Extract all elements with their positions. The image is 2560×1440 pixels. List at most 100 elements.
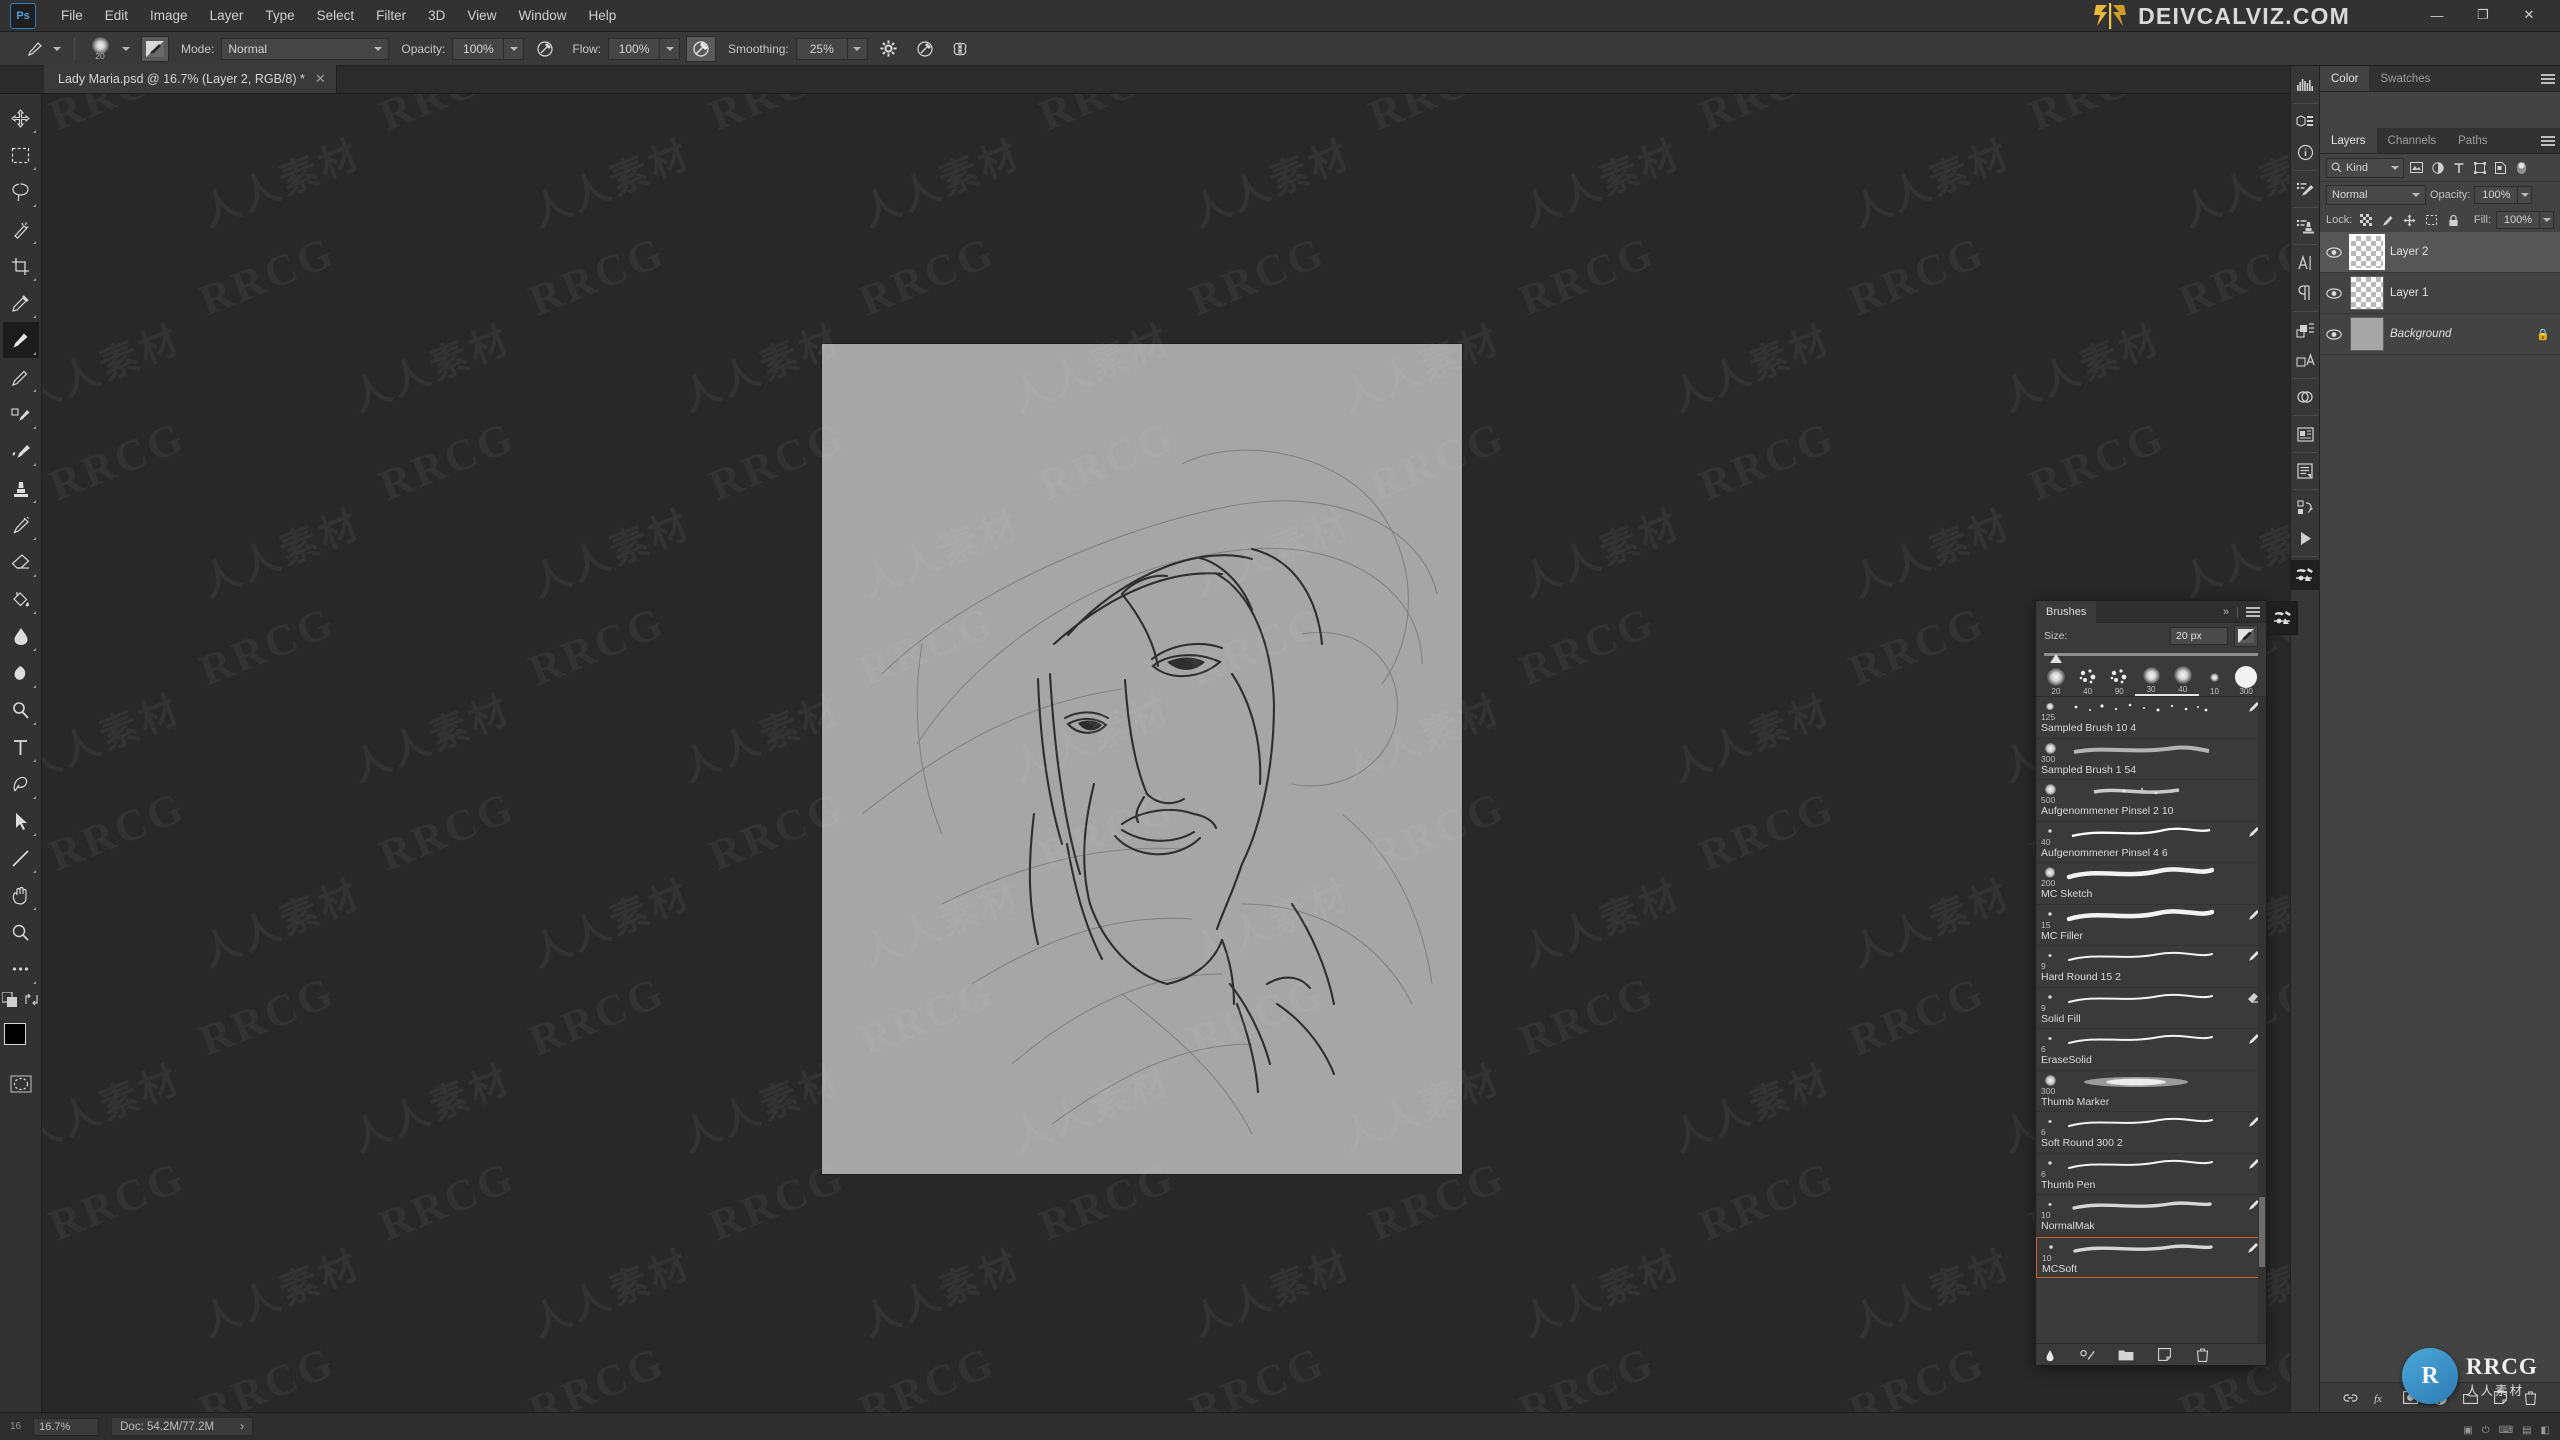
filter-power-toggle-icon[interactable] bbox=[2513, 158, 2530, 178]
brushes-dock-icon[interactable] bbox=[2268, 601, 2298, 635]
close-icon[interactable]: ✕ bbox=[315, 71, 326, 87]
layer-list[interactable]: Layer 2 Layer 1 Background 🔒 bbox=[2320, 232, 2560, 1382]
libraries-icon[interactable] bbox=[2291, 382, 2319, 412]
layer-row[interactable]: Layer 2 bbox=[2320, 232, 2560, 273]
menu-3d[interactable]: 3D bbox=[417, 3, 456, 28]
layer-opacity-input[interactable]: 100% bbox=[2474, 186, 2519, 204]
tray-icon-5[interactable]: ◧ bbox=[2541, 1425, 2550, 1436]
blend-mode-select[interactable]: Normal bbox=[221, 37, 390, 60]
notes-icon[interactable] bbox=[2291, 419, 2319, 449]
lasso-tool[interactable] bbox=[3, 174, 39, 210]
default-colors-icon[interactable] bbox=[0, 991, 18, 1013]
menu-edit[interactable]: Edit bbox=[94, 3, 139, 28]
brush-preset-item[interactable]: 300 Sampled Brush 1 54 bbox=[2036, 739, 2266, 780]
layer-thumbnail[interactable] bbox=[2350, 276, 2384, 310]
color-panel-menu-button[interactable] bbox=[2541, 66, 2555, 92]
layer-thumbnail[interactable] bbox=[2350, 317, 2384, 351]
tab-swatches[interactable]: Swatches bbox=[2369, 66, 2442, 91]
tab-paths[interactable]: Paths bbox=[2447, 128, 2499, 153]
history-brush-tool[interactable] bbox=[3, 507, 39, 543]
menu-window[interactable]: Window bbox=[507, 3, 577, 28]
brush-preset-item[interactable]: 500 Aufgenommener Pinsel 2 10 bbox=[2036, 780, 2266, 822]
smoothing-input[interactable]: 25% bbox=[795, 37, 848, 60]
lock-artboard-icon[interactable] bbox=[2423, 211, 2440, 229]
tab-layers[interactable]: Layers bbox=[2320, 128, 2377, 153]
brush-preset-item[interactable]: 300 Thumb Marker bbox=[2036, 1071, 2266, 1112]
brush-preset-item[interactable]: 9 Solid Fill bbox=[2036, 988, 2266, 1029]
brush-size-preset-10[interactable]: 10 bbox=[2199, 667, 2231, 696]
blur-tool[interactable] bbox=[3, 618, 39, 654]
lock-all-icon[interactable] bbox=[2445, 211, 2462, 229]
magic-wand-tool[interactable] bbox=[3, 211, 39, 247]
brush-preset-dropdown[interactable] bbox=[117, 37, 135, 61]
layer-fill-dropdown[interactable] bbox=[2540, 211, 2554, 229]
quick-mask-icon[interactable] bbox=[6, 1071, 36, 1097]
hamburger-icon[interactable] bbox=[2246, 605, 2260, 620]
flow-dropdown[interactable] bbox=[660, 37, 681, 60]
pressure-opacity-icon[interactable] bbox=[530, 36, 560, 62]
brush-tip-icon[interactable] bbox=[2042, 1347, 2058, 1363]
brush-size-preset-30[interactable]: 30 bbox=[2135, 665, 2167, 696]
healing-brush-tool[interactable] bbox=[3, 396, 39, 432]
line-tool[interactable] bbox=[3, 840, 39, 876]
glyphs-icon[interactable] bbox=[2291, 345, 2319, 375]
brush-size-preset-300[interactable]: 300 bbox=[2230, 666, 2262, 696]
tray-icon-2[interactable]: ⏻ bbox=[2482, 1425, 2490, 1436]
mixer-brush-tool[interactable] bbox=[3, 433, 39, 469]
smoothing-dropdown[interactable] bbox=[847, 37, 868, 60]
eyedropper-tool[interactable] bbox=[3, 285, 39, 321]
brush-size-preset-90[interactable]: 90 bbox=[2103, 667, 2135, 696]
paint-bucket-tool[interactable] bbox=[3, 581, 39, 617]
brush-preset-item[interactable]: 6 Soft Round 300 2 bbox=[2036, 1112, 2266, 1154]
layer-kind-filter[interactable]: Kind bbox=[2326, 157, 2404, 178]
flow-input[interactable]: 100% bbox=[608, 37, 661, 60]
color-panel-body[interactable] bbox=[2320, 92, 2560, 128]
document-tab[interactable]: Lady Maria.psd @ 16.7% (Layer 2, RGB/8) … bbox=[44, 65, 337, 93]
menu-image[interactable]: Image bbox=[139, 3, 199, 28]
type-filter-icon[interactable] bbox=[2450, 158, 2467, 178]
lock-brush-icon[interactable] bbox=[2234, 625, 2258, 647]
tray-icon-1[interactable]: ▣ bbox=[2463, 1425, 2472, 1436]
pencil-tool[interactable] bbox=[3, 359, 39, 395]
new-preset-icon[interactable] bbox=[2156, 1347, 2172, 1363]
smart-object-filter-icon[interactable] bbox=[2492, 158, 2509, 178]
lock-image-icon[interactable] bbox=[2379, 211, 2396, 229]
chevron-right-icon[interactable]: › bbox=[240, 1421, 244, 1433]
brush-preset-item[interactable]: 6 Thumb Pen bbox=[2036, 1154, 2266, 1195]
clone-stamp-tool[interactable] bbox=[3, 470, 39, 506]
zoom-level-input[interactable]: 16.7% bbox=[33, 1417, 100, 1436]
menu-file[interactable]: File bbox=[50, 3, 94, 28]
menu-select[interactable]: Select bbox=[306, 3, 366, 28]
zoom-tool[interactable] bbox=[3, 914, 39, 950]
layer-fill-input[interactable]: 100% bbox=[2496, 211, 2540, 229]
trash-icon[interactable] bbox=[2194, 1347, 2210, 1363]
layer-row[interactable]: Layer 1 bbox=[2320, 273, 2560, 314]
rectangular-marquee-tool[interactable] bbox=[3, 137, 39, 173]
hand-tool[interactable] bbox=[3, 877, 39, 913]
properties-icon[interactable] bbox=[2291, 107, 2319, 137]
brush-size-slider[interactable] bbox=[2036, 649, 2266, 663]
brush-preset-item[interactable]: 9 Hard Round 15 2 bbox=[2036, 946, 2266, 988]
fx-icon[interactable]: fx bbox=[2372, 1389, 2389, 1406]
symmetry-butterfly-icon[interactable] bbox=[946, 36, 976, 62]
tray-icon-4[interactable]: ▤ bbox=[2522, 1425, 2531, 1436]
pressure-size-icon[interactable] bbox=[910, 36, 940, 62]
brush-size-presets[interactable]: 20 40 90 30 40 10 300 bbox=[2036, 663, 2266, 697]
layer-thumbnail[interactable] bbox=[2349, 234, 2385, 270]
brush-preset-item[interactable]: 200 MC Sketch bbox=[2036, 863, 2266, 905]
clone-source-icon[interactable] bbox=[2291, 211, 2319, 241]
brushes-expand-icon[interactable]: » bbox=[2223, 606, 2229, 618]
move-tool[interactable] bbox=[3, 100, 39, 136]
link-icon[interactable] bbox=[2342, 1389, 2359, 1406]
tab-color[interactable]: Color bbox=[2320, 66, 2370, 91]
opacity-dropdown[interactable] bbox=[504, 37, 525, 60]
layers-panel-menu-button[interactable] bbox=[2541, 128, 2555, 154]
layer-comps-icon[interactable] bbox=[2291, 315, 2319, 345]
brush-preset-item[interactable]: 10 NormalMak bbox=[2036, 1195, 2266, 1237]
lock-position-icon[interactable] bbox=[2401, 211, 2418, 229]
brush-preset-item[interactable]: 15 MC Filler bbox=[2036, 905, 2266, 946]
settings-toggle-icon[interactable] bbox=[2080, 1347, 2096, 1363]
info-icon[interactable] bbox=[2291, 137, 2319, 167]
type-tool[interactable] bbox=[3, 729, 39, 765]
adjustment-filter-icon[interactable] bbox=[2429, 158, 2446, 178]
